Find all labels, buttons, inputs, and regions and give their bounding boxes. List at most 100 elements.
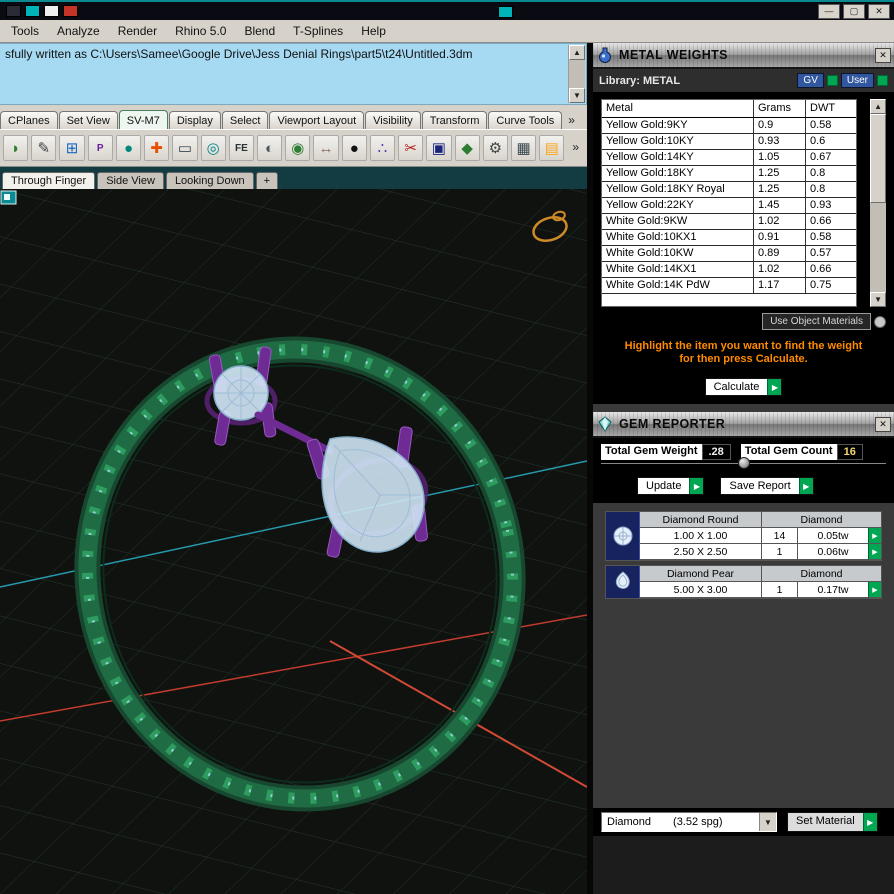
point-cloud-icon[interactable]: ∴	[369, 135, 396, 161]
orbit-icon[interactable]: ◉	[285, 135, 311, 161]
command-history[interactable]: sfully written as C:\Users\Samee\Google …	[0, 43, 587, 105]
viewport-tab-through-finger[interactable]: Through Finger	[2, 172, 96, 189]
use-object-materials-button[interactable]: Use Object Materials	[762, 313, 871, 330]
tab-transform[interactable]: Transform	[421, 111, 488, 129]
metal-table-row-clipped[interactable]	[602, 294, 857, 300]
cut-icon[interactable]: ✂	[398, 135, 424, 161]
scroll-down-icon[interactable]: ▼	[870, 292, 886, 307]
user-indicator-icon[interactable]	[877, 75, 888, 86]
tab-visibility[interactable]: Visibility	[365, 111, 421, 129]
viewport-tab-add-icon[interactable]: +	[255, 172, 279, 189]
render-sphere-icon[interactable]: ●	[341, 135, 367, 161]
tab-cplanes[interactable]: CPlanes	[0, 111, 58, 129]
menu-item-analyze[interactable]: Analyze	[48, 21, 109, 41]
calculate-button[interactable]: Calculate ▶	[704, 378, 783, 396]
toolbar-overflow-chevron-icon[interactable]: »	[567, 140, 584, 156]
scrollbar-track[interactable]	[569, 60, 585, 88]
scroll-up-icon[interactable]: ▲	[870, 99, 886, 114]
taskbar-tile[interactable]	[44, 5, 59, 17]
viewport-tab-side-view[interactable]: Side View	[97, 172, 164, 189]
use-object-materials-icon[interactable]	[874, 315, 886, 328]
tab-display[interactable]: Display	[168, 111, 221, 129]
metal-table-row[interactable]: White Gold:10KW 0.89 0.57	[602, 246, 857, 262]
save-icon[interactable]: ▣	[426, 135, 452, 161]
material-dropdown[interactable]: Diamond (3.52 spg) ▼	[601, 812, 777, 832]
gem-row[interactable]: 2.50 X 2.50 1 0.06tw ▶	[640, 544, 881, 560]
scroll-down-icon[interactable]: ▼	[569, 88, 585, 103]
metal-table-row[interactable]: Yellow Gold:9KY 0.9 0.58	[602, 118, 857, 134]
tab-viewport-layout[interactable]: Viewport Layout	[269, 111, 365, 129]
gem-reporter-close-icon[interactable]: ✕	[875, 417, 891, 432]
display-mode-icon[interactable]: ▭	[172, 135, 198, 161]
scroll-up-icon[interactable]: ▲	[569, 45, 585, 60]
metal-table-scrollbar[interactable]: ▲ ▼	[870, 99, 886, 307]
viewport-canvas[interactable]	[0, 189, 587, 894]
metal-table-row[interactable]: White Gold:10KX1 0.91 0.58	[602, 230, 857, 246]
metal-table-row[interactable]: Yellow Gold:18KY Royal 1.25 0.8	[602, 182, 857, 198]
menu-item-help[interactable]: Help	[352, 21, 395, 41]
scrollbar-thumb[interactable]	[870, 114, 886, 203]
pan-icon[interactable]: ↔	[313, 135, 339, 161]
rotate-view-icon[interactable]: ◎	[200, 135, 226, 161]
taskbar-tile[interactable]	[6, 5, 21, 17]
divider-knob-icon[interactable]	[737, 457, 750, 469]
viewport-tab-looking-down[interactable]: Looking Down	[165, 172, 254, 189]
sphere-icon[interactable]: ●	[115, 135, 142, 161]
metal-table-row[interactable]: White Gold:14K PdW 1.17 0.75	[602, 278, 857, 294]
metal-table-row[interactable]: White Gold:9KW 1.02 0.66	[602, 214, 857, 230]
fe-edit-icon[interactable]: FE	[228, 135, 254, 161]
polysurface-icon[interactable]: ◆	[454, 135, 480, 161]
round-gem[interactable]	[213, 365, 269, 421]
dropdown-arrow-icon[interactable]: ▼	[759, 813, 776, 831]
gem-row[interactable]: 5.00 X 3.00 1 0.17tw ▶	[640, 582, 881, 598]
set-material-button[interactable]: Set Material ▶	[787, 812, 878, 832]
tab-overflow-chevron-icon[interactable]: »	[563, 113, 580, 129]
gv-button[interactable]: GV	[797, 73, 824, 88]
gem-row-arrow-icon[interactable]: ▶	[868, 544, 881, 560]
gv-indicator-icon[interactable]	[826, 75, 838, 86]
pencil-icon[interactable]: ✎	[31, 135, 57, 161]
layout-icon[interactable]: ▦	[510, 135, 537, 161]
metal-table[interactable]: Metal Grams DWT Yellow Gold:9KY 0.9 0.58 Y…	[601, 99, 858, 307]
viewport-corner-icon[interactable]	[0, 190, 17, 205]
metal-table-row[interactable]: Yellow Gold:10KY 0.93 0.6	[602, 134, 857, 150]
metal-weights-close-icon[interactable]: ✕	[875, 48, 891, 63]
gem-group-round[interactable]: Diamond Round Diamond 1.00 X 1.00 14 0.0…	[605, 511, 882, 561]
brush-icon[interactable]: ◗	[3, 135, 29, 161]
metal-weights-header[interactable]: METAL WEIGHTS ✕	[593, 43, 894, 69]
maximize-button[interactable]: ▢	[843, 3, 865, 19]
layers-icon[interactable]: ▤	[539, 135, 565, 161]
menu-item-tsplines[interactable]: T-Splines	[284, 21, 352, 41]
menu-item-render[interactable]: Render	[109, 21, 166, 41]
update-button[interactable]: Update ▶	[637, 477, 705, 495]
shade-mode-icon[interactable]: ◐	[256, 135, 283, 161]
gem-reporter-header[interactable]: GEM REPORTER ✕	[593, 412, 894, 438]
gem-row[interactable]: 1.00 X 1.00 14 0.05tw ▶	[640, 528, 881, 544]
gem-group-pear[interactable]: Diamond Pear Diamond 5.00 X 3.00 1 0.17t…	[605, 565, 882, 599]
taskbar-tile[interactable]	[63, 5, 78, 17]
taskbar-tile[interactable]	[498, 6, 513, 18]
menu-item-tools[interactable]: Tools	[2, 21, 48, 41]
user-button[interactable]: User	[840, 73, 874, 88]
command-scrollbar[interactable]: ▲ ▼	[568, 45, 585, 103]
metal-table-row[interactable]: Yellow Gold:18KY 1.25 0.8	[602, 166, 857, 182]
menu-item-blend[interactable]: Blend	[235, 21, 284, 41]
gumball-icon[interactable]: ✚	[144, 135, 170, 161]
scrollbar-track[interactable]	[870, 114, 886, 292]
minimize-button[interactable]: —	[818, 3, 840, 19]
save-report-button[interactable]: Save Report ▶	[720, 477, 814, 495]
metal-table-row[interactable]: Yellow Gold:22KY 1.45 0.93	[602, 198, 857, 214]
viewport-3d[interactable]	[0, 189, 587, 894]
control-points-icon[interactable]: P	[87, 135, 113, 161]
gem-row-arrow-icon[interactable]: ▶	[868, 582, 881, 598]
taskbar-tile[interactable]	[25, 5, 40, 17]
menu-item-rhino[interactable]: Rhino 5.0	[166, 21, 235, 41]
close-button[interactable]: ✕	[868, 3, 890, 19]
metal-table-row[interactable]: Yellow Gold:14KY 1.05 0.67	[602, 150, 857, 166]
gear-icon[interactable]: ⚙	[482, 135, 508, 161]
gem-row-arrow-icon[interactable]: ▶	[868, 528, 881, 544]
tab-sv-m7[interactable]: SV-M7	[118, 110, 168, 129]
tab-select[interactable]: Select	[221, 111, 269, 129]
tab-curve-tools[interactable]: Curve Tools	[488, 111, 563, 129]
snap-grid-icon[interactable]: ⊞	[59, 135, 85, 161]
